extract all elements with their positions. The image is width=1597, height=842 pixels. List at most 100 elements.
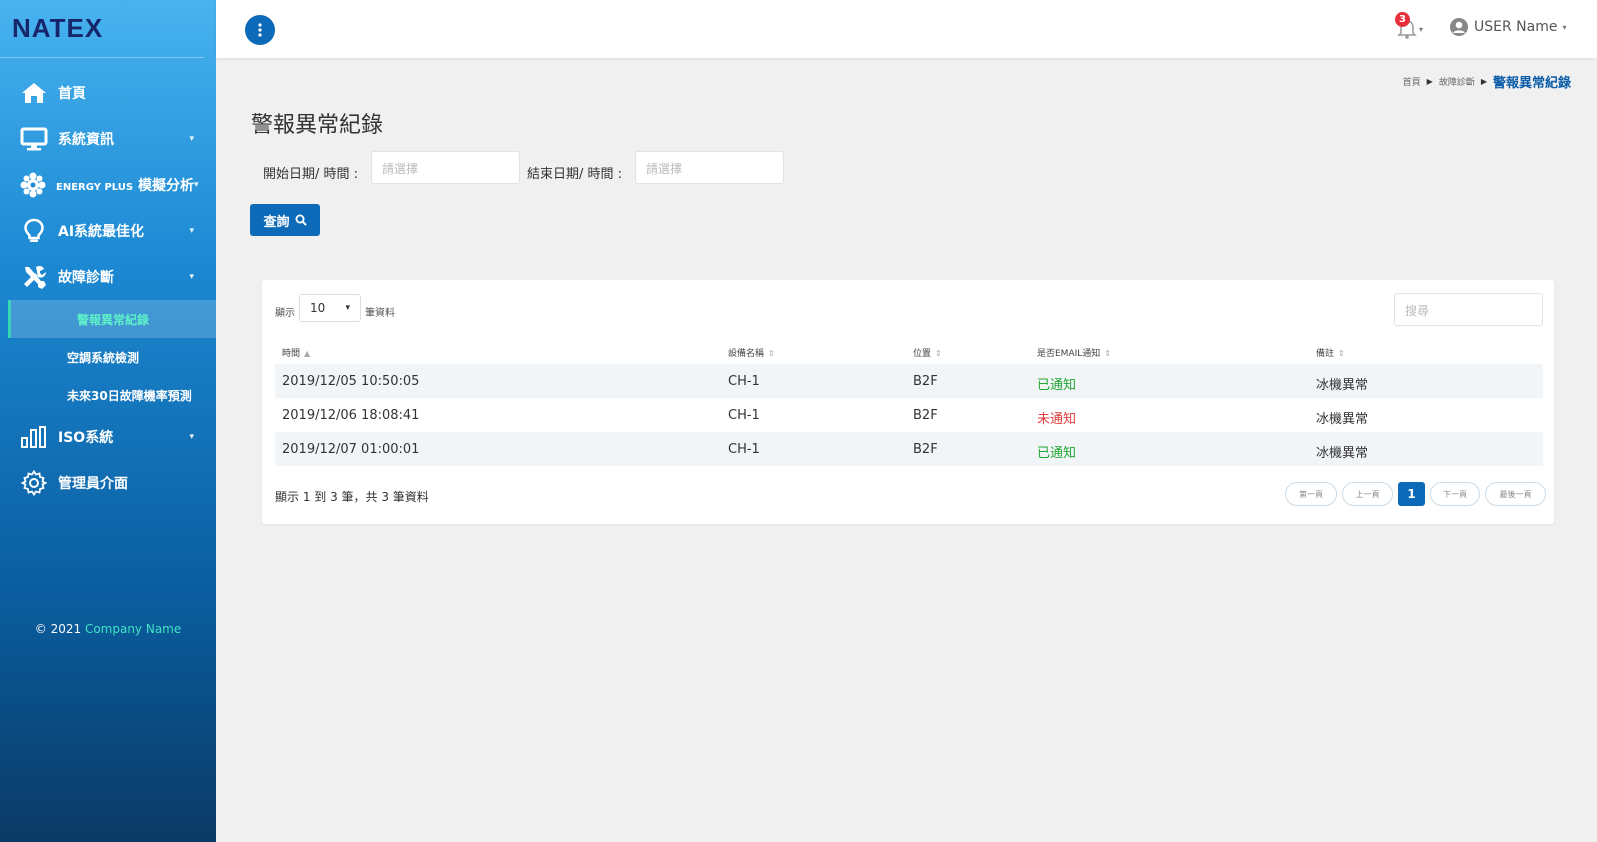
sort-icon: ⇕ bbox=[1338, 349, 1345, 358]
breadcrumb-section[interactable]: 故障診斷 bbox=[1439, 75, 1475, 88]
user-avatar-icon bbox=[1450, 18, 1468, 36]
sidebar-item-ai-optimize[interactable]: AI系統最佳化 ▾ bbox=[0, 208, 216, 254]
query-button-label: 查詢 bbox=[263, 214, 290, 230]
breadcrumb-separator-icon: ▶ bbox=[1426, 77, 1433, 86]
page-prev-button[interactable]: 上一頁 bbox=[1342, 482, 1393, 506]
sidebar-item-iso[interactable]: ISO系統 ▾ bbox=[0, 414, 216, 460]
cell-email-status: 已通知 bbox=[1037, 446, 1077, 461]
user-menu[interactable]: USER Name ▾ bbox=[1450, 18, 1566, 36]
end-datetime-label: 結束日期/ 時間 : bbox=[527, 167, 623, 182]
page-number-button[interactable]: 1 bbox=[1398, 482, 1425, 506]
monitor-icon bbox=[20, 126, 48, 152]
copyright-text: © 2021 bbox=[34, 622, 82, 636]
length-prefix: 顯示 bbox=[275, 308, 295, 319]
sidebar-nav: 首頁 系統資訊 ▾ ENERGY PLUS 模擬分析 ▾ AI系統最佳化 ▾ 故… bbox=[0, 70, 216, 506]
vertical-dots-icon bbox=[258, 23, 262, 37]
cell-note: 冰機異常 bbox=[1316, 446, 1369, 461]
breadcrumb-current: 警報異常紀錄 bbox=[1492, 76, 1571, 91]
cell-location: B2F bbox=[913, 408, 938, 423]
menu-toggle-button[interactable] bbox=[245, 15, 275, 45]
tools-icon bbox=[20, 264, 48, 290]
cell-note: 冰機異常 bbox=[1316, 412, 1369, 427]
brand-logo[interactable]: NATEX bbox=[0, 0, 204, 58]
chevron-down-icon[interactable]: ▾ bbox=[1419, 25, 1423, 34]
settings-icon bbox=[20, 470, 48, 496]
cell-note: 冰機異常 bbox=[1316, 378, 1369, 393]
chevron-down-icon: ▾ bbox=[189, 432, 194, 442]
start-datetime-input[interactable]: 請選擇 bbox=[371, 151, 520, 184]
cell-time: 2019/12/06 18:08:41 bbox=[282, 408, 420, 423]
user-name: USER Name bbox=[1474, 19, 1558, 35]
chevron-down-icon: ▾ bbox=[193, 180, 199, 190]
sort-icon: ⇕ bbox=[1104, 349, 1111, 358]
sort-icon: ⇕ bbox=[935, 349, 942, 358]
sidebar-item-label-simulation: 模擬分析 bbox=[137, 178, 194, 194]
breadcrumb-separator-icon: ▶ bbox=[1480, 77, 1487, 86]
page-length-select[interactable]: 10 ▾ bbox=[299, 294, 361, 322]
column-header-time[interactable]: 時間 ▲ bbox=[282, 346, 310, 359]
cell-device: CH-1 bbox=[728, 408, 760, 423]
chevron-down-icon: ▾ bbox=[189, 226, 194, 236]
sidebar-item-label: AI系統最佳化 bbox=[58, 224, 145, 240]
notification-badge: 3 bbox=[1395, 12, 1410, 27]
gear-flower-icon bbox=[20, 172, 46, 198]
cell-device: CH-1 bbox=[728, 442, 760, 457]
breadcrumb: 首頁 ▶ 故障診斷 ▶ 警報異常紀錄 bbox=[1403, 72, 1571, 91]
cell-location: B2F bbox=[913, 374, 938, 389]
page-length-value: 10 bbox=[310, 301, 326, 315]
sidebar-subitem-hvac-check[interactable]: 空調系統檢測 bbox=[0, 338, 216, 376]
logo-letters: ATEX bbox=[31, 13, 104, 43]
logo-letter-n: N bbox=[12, 13, 32, 43]
cell-time: 2019/12/05 10:50:05 bbox=[282, 374, 420, 389]
cell-email-status: 已通知 bbox=[1037, 378, 1077, 393]
pagination: 第一頁 上一頁 1 下一頁 最後一頁 bbox=[1285, 482, 1546, 506]
end-datetime-input[interactable]: 請選擇 bbox=[635, 151, 784, 184]
sidebar-item-label: 管理員介面 bbox=[58, 476, 128, 492]
bar-chart-icon bbox=[20, 424, 48, 450]
table-search-input[interactable]: 搜尋 bbox=[1394, 293, 1543, 326]
sidebar-item-energy-plus[interactable]: ENERGY PLUS 模擬分析 ▾ bbox=[0, 162, 216, 208]
cell-location: B2F bbox=[913, 442, 938, 457]
company-link[interactable]: Company Name bbox=[85, 622, 181, 636]
sidebar-footer: © 2021 Company Name bbox=[0, 622, 216, 636]
sidebar-item-admin[interactable]: 管理員介面 bbox=[0, 460, 216, 506]
table-info: 顯示 1 到 3 筆，共 3 筆資料 bbox=[275, 490, 429, 504]
chevron-down-icon: ▾ bbox=[189, 272, 194, 282]
cell-device: CH-1 bbox=[728, 374, 760, 389]
page-next-button[interactable]: 下一頁 bbox=[1430, 482, 1480, 506]
chevron-down-icon: ▾ bbox=[189, 134, 194, 144]
lightbulb-icon bbox=[20, 218, 48, 244]
table-row[interactable]: 2019/12/06 18:08:41 CH-1 B2F 未通知 冰機異常 bbox=[275, 398, 1543, 432]
breadcrumb-home[interactable]: 首頁 bbox=[1403, 75, 1421, 88]
sort-icon: ⇕ bbox=[768, 349, 775, 358]
column-header-location[interactable]: 位置 ⇕ bbox=[913, 346, 942, 359]
table-row[interactable]: 2019/12/05 10:50:05 CH-1 B2F 已通知 冰機異常 bbox=[275, 364, 1543, 398]
table-header: 時間 ▲ 設備名稱 ⇕ 位置 ⇕ 是否EMAIL通知 ⇕ 備註 ⇕ bbox=[275, 338, 1543, 366]
sidebar-item-system-info[interactable]: 系統資訊 ▾ bbox=[0, 116, 216, 162]
page-title: 警報異常紀錄 bbox=[251, 113, 384, 138]
sidebar-item-label-energy: ENERGY PLUS bbox=[56, 182, 134, 193]
alarm-table-card: 顯示 10 ▾ 筆資料 搜尋 時間 ▲ 設備名稱 ⇕ 位置 ⇕ 是否EMAIL通知 ⇕ … bbox=[262, 280, 1554, 524]
sort-asc-icon: ▲ bbox=[304, 349, 311, 358]
sidebar-item-label: ISO系統 bbox=[58, 430, 114, 446]
sidebar-subitem-alarm-log[interactable]: 警報異常紀錄 bbox=[8, 300, 216, 338]
home-icon bbox=[20, 80, 48, 106]
sidebar-item-label: 系統資訊 bbox=[58, 132, 114, 148]
cell-email-status: 未通知 bbox=[1037, 412, 1077, 427]
sidebar-item-label: 首頁 bbox=[58, 86, 86, 102]
column-header-email[interactable]: 是否EMAIL通知 ⇕ bbox=[1037, 346, 1111, 359]
page-first-button[interactable]: 第一頁 bbox=[1285, 482, 1337, 506]
search-icon bbox=[295, 214, 307, 226]
page-last-button[interactable]: 最後一頁 bbox=[1485, 482, 1546, 506]
table-row[interactable]: 2019/12/07 01:00:01 CH-1 B2F 已通知 冰機異常 bbox=[275, 432, 1543, 466]
cell-time: 2019/12/07 01:00:01 bbox=[282, 442, 420, 457]
sidebar-subitem-fault-prediction[interactable]: 未來30日故障機率預測 bbox=[0, 376, 216, 414]
column-header-note[interactable]: 備註 ⇕ bbox=[1316, 346, 1345, 359]
query-button[interactable]: 查詢 bbox=[250, 204, 320, 236]
length-suffix: 筆資料 bbox=[365, 308, 395, 319]
sidebar-item-home[interactable]: 首頁 bbox=[0, 70, 216, 116]
chevron-down-icon: ▾ bbox=[1562, 22, 1567, 32]
column-header-device[interactable]: 設備名稱 ⇕ bbox=[728, 346, 775, 359]
sidebar-item-fault-diagnosis[interactable]: 故障診斷 ▾ bbox=[0, 254, 216, 300]
sidebar: NATEX 首頁 系統資訊 ▾ ENERGY PLUS 模擬分析 ▾ AI系統最… bbox=[0, 0, 216, 842]
